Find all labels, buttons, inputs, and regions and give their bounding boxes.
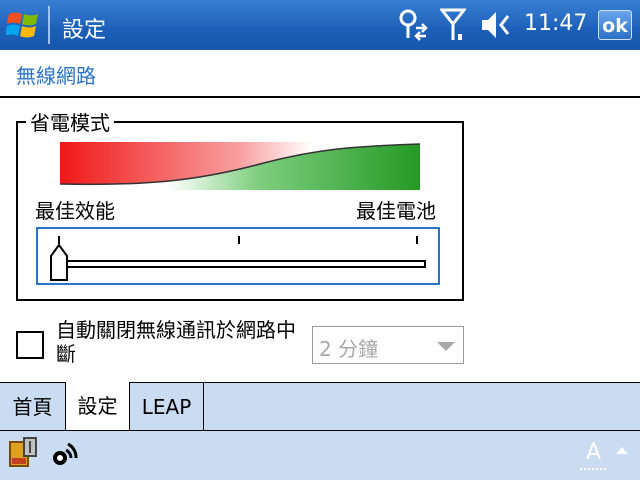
section-title: 無線網路 (16, 64, 96, 88)
title-bar: 設定 11:47 ok (0, 0, 640, 50)
power-mode-legend: 省電模式 (26, 107, 114, 136)
power-slider-thumb[interactable] (49, 242, 69, 282)
performance-label: 最佳效能 (35, 199, 115, 223)
bottom-menu-bar (0, 430, 640, 480)
input-panel-icon[interactable]: A (578, 436, 608, 472)
timeout-dropdown[interactable]: 2 分鐘 (312, 326, 464, 364)
wireless-status-icon[interactable] (46, 436, 82, 470)
windows-start-icon[interactable] (6, 8, 42, 42)
clock-time[interactable]: 11:47 (524, 11, 587, 36)
timeout-value: 2 分鐘 (319, 337, 379, 361)
section-divider (0, 96, 640, 98)
auto-off-label[interactable]: 自動關閉無線通訊於網路中斷 (56, 318, 306, 366)
tab-settings[interactable]: 設定 (66, 382, 130, 431)
slider-tick (238, 236, 240, 244)
battery-label: 最佳電池 (356, 199, 436, 223)
slider-tick (416, 236, 418, 244)
chevron-down-icon (437, 342, 455, 351)
ok-button[interactable]: ok (598, 10, 632, 40)
signal-strength-icon[interactable] (440, 6, 466, 44)
input-menu-arrow-icon[interactable] (614, 444, 630, 456)
power-slider-track[interactable] (52, 260, 426, 268)
volume-icon[interactable] (478, 6, 514, 44)
connectivity-icon[interactable] (396, 6, 432, 44)
network-card-icon[interactable] (6, 436, 40, 470)
auto-off-checkbox[interactable] (16, 331, 44, 359)
tab-leap[interactable]: LEAP (130, 382, 204, 430)
tab-home[interactable]: 首頁 (0, 382, 66, 430)
power-gradient-graphic (60, 142, 420, 190)
input-panel-label: A (586, 440, 602, 465)
app-title: 設定 (62, 18, 107, 43)
